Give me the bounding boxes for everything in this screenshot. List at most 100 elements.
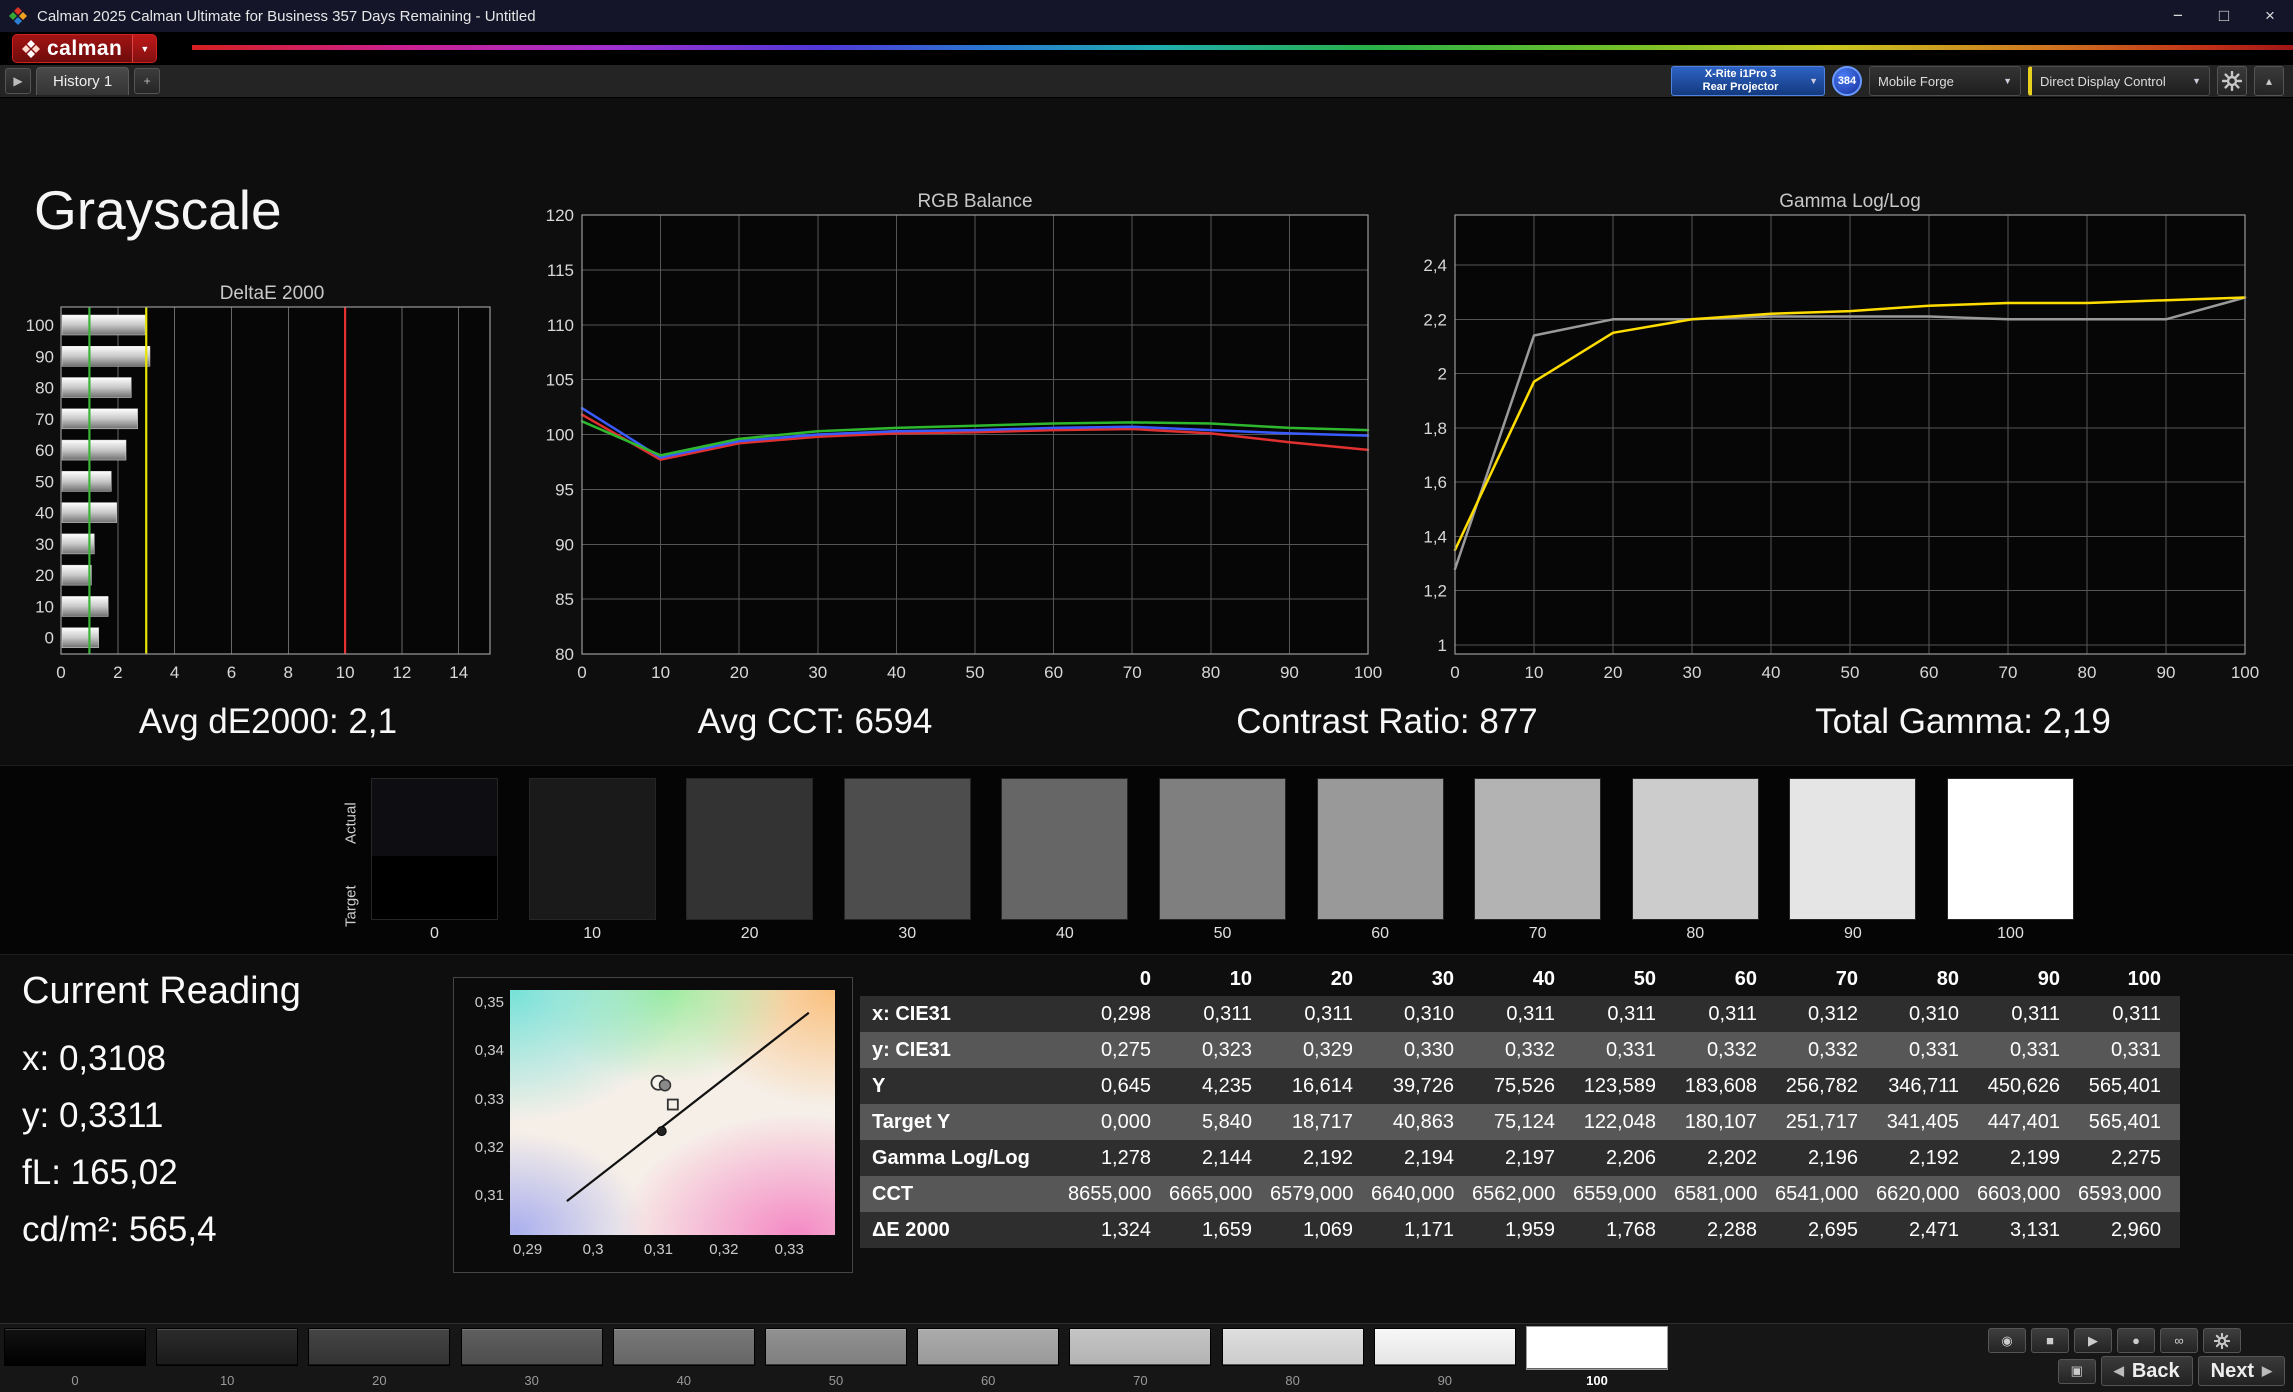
window-titlebar: Calman 2025 Calman Ultimate for Business… [0, 0, 2293, 32]
collapse-panel-button[interactable]: ▴ [2254, 66, 2284, 96]
tab-label: History 1 [53, 73, 113, 90]
axis-tick-label: 0,31 [643, 1241, 674, 1258]
rainbow-gradient-bar [192, 45, 2293, 50]
pattern-level-button[interactable] [612, 1328, 755, 1366]
capture-button[interactable]: ◉ [1988, 1328, 2026, 1353]
current-reading-panel: Current Reading x: 0,3108 y: 0,3311 fL: 16… [22, 970, 301, 1267]
chevron-down-icon: ▼ [132, 35, 157, 62]
actual-label: Actual [342, 802, 360, 844]
pattern-level-label: 0 [71, 1373, 79, 1388]
svg-text:40: 40 [1762, 663, 1781, 682]
gear-icon [2214, 1332, 2230, 1349]
table-cell: 0,311 [1607, 1002, 1656, 1025]
summary-stat: Avg CCT: 6594 [697, 702, 933, 741]
table-row: ΔE 2000 1,324 1,659 1,069 1,171 1,959 1,768 2,2… [860, 1212, 2180, 1248]
collapse-icon: ▴ [2265, 74, 2273, 88]
svg-text:60: 60 [35, 441, 54, 460]
table-cell: 6581,000 [1674, 1182, 1758, 1205]
reading-value: fL: 165,02 [22, 1153, 178, 1192]
swatch-level-label: 0 [430, 925, 439, 942]
svg-text:14: 14 [449, 663, 468, 682]
table-cell: 18,717 [1291, 1110, 1353, 1133]
table-cell: 40,863 [1392, 1110, 1454, 1133]
workflow-tab-bar: ▶ History 1 + X-Rite i1Pro 3 Rear Projec… [0, 65, 2293, 98]
table-column-header: 90 [2037, 967, 2060, 990]
svg-text:6: 6 [227, 663, 236, 682]
settings-button[interactable] [2217, 66, 2247, 96]
reading-value: x: 0,3108 [22, 1039, 166, 1078]
table-cell: 0,323 [1201, 1038, 1252, 1061]
table-row: x: CIE31 0,298 0,311 0,311 0,310 0,311 0,311 0,… [860, 996, 2180, 1032]
calman-menu-button[interactable]: calman ▼ [12, 34, 158, 63]
svg-text:30: 30 [1683, 663, 1702, 682]
history-expand-button[interactable]: ▶ [5, 68, 31, 94]
meter-status-badge[interactable]: 384 [1832, 66, 1862, 96]
svg-text:100: 100 [26, 316, 54, 335]
swatch-level-label: 30 [898, 925, 917, 942]
swatch-actual [1317, 779, 1443, 856]
svg-text:40: 40 [887, 663, 906, 682]
pattern-level-button[interactable] [308, 1328, 451, 1366]
close-button[interactable]: × [2247, 0, 2293, 32]
table-cell: 0,310 [1403, 1002, 1454, 1025]
settings-button-bottom[interactable] [2203, 1328, 2241, 1353]
play-button[interactable]: ▶ [2074, 1328, 2112, 1353]
minimize-icon: − [2173, 6, 2183, 25]
add-tab-button[interactable]: + [134, 68, 161, 94]
minimize-button[interactable]: − [2155, 0, 2201, 32]
stop-button[interactable]: ■ [2031, 1328, 2069, 1353]
table-cell: 2,194 [1403, 1146, 1454, 1169]
table-row-label: Gamma Log/Log [872, 1146, 1030, 1169]
source-select-button[interactable]: Mobile Forge ▼ [1869, 66, 2021, 96]
svg-text:2: 2 [1438, 365, 1447, 384]
pattern-level-button[interactable] [765, 1328, 907, 1366]
pattern-level-button[interactable] [1221, 1328, 1364, 1366]
transport-controls: ◉ ■ ▶ ● ∞ ▣ ◀ Back Next ▶ [1965, 1326, 2285, 1390]
table-cell: 2,144 [1201, 1146, 1252, 1169]
table-cell: 565,401 [2088, 1110, 2161, 1133]
pattern-level-button[interactable] [460, 1328, 603, 1366]
back-button[interactable]: ◀ Back [2100, 1356, 2193, 1386]
svg-text:1: 1 [1438, 636, 1447, 655]
svg-text:90: 90 [1280, 663, 1299, 682]
gray-swatch: 20 [686, 778, 814, 942]
table-cell: 0,331 [1605, 1038, 1656, 1061]
table-row: Target Y 0,000 5,840 18,717 40,863 75,124 122,… [860, 1104, 2180, 1140]
pattern-level-button[interactable] [1526, 1326, 1668, 1370]
pattern-level-button[interactable] [917, 1328, 1060, 1366]
cie-chromaticity-plot [510, 990, 835, 1235]
meter-select-button[interactable]: X-Rite i1Pro 3 Rear Projector ▼ [1671, 66, 1825, 96]
continuous-read-button[interactable]: ∞ [2160, 1328, 2198, 1353]
table-cell: 0,331 [2009, 1038, 2060, 1061]
svg-text:50: 50 [35, 472, 54, 491]
table-row: CCT 8655,000 6665,000 6579,000 6640,000 6562,… [860, 1176, 2180, 1212]
pattern-level-button[interactable] [4, 1328, 146, 1366]
table-cell: 0,311 [2011, 1002, 2060, 1025]
table-row-label: CCT [872, 1182, 914, 1205]
pattern-level-button[interactable] [1069, 1328, 1212, 1366]
tab-history-1[interactable]: History 1 [36, 67, 130, 95]
svg-text:100: 100 [1354, 663, 1382, 682]
pattern-level-button[interactable] [1373, 1328, 1516, 1366]
maximize-button[interactable]: □ [2201, 0, 2247, 32]
swatch-level-label: 20 [740, 925, 759, 942]
swatch-actual [687, 779, 813, 856]
record-button[interactable]: ● [2117, 1328, 2155, 1353]
swatch-level-label: 60 [1371, 925, 1389, 942]
table-cell: 447,401 [1987, 1110, 2060, 1133]
display-control-button[interactable]: Direct Display Control ▼ [2028, 66, 2210, 96]
pattern-level-button[interactable] [156, 1328, 299, 1366]
svg-text:0: 0 [45, 629, 54, 648]
next-button[interactable]: Next ▶ [2197, 1356, 2285, 1386]
table-cell: 2,275 [2110, 1146, 2161, 1169]
swatch-target [1475, 856, 1601, 919]
table-cell: 183,608 [1684, 1074, 1757, 1097]
svg-text:50: 50 [966, 663, 985, 682]
pattern-level-label: 50 [828, 1373, 844, 1388]
svg-text:1,2: 1,2 [1423, 582, 1447, 601]
gray-swatch: 80 [1631, 778, 1759, 942]
table-cell: 1,324 [1100, 1218, 1151, 1241]
table-cell: 6562,000 [1472, 1182, 1556, 1205]
gray-swatch: 70 [1474, 778, 1602, 942]
pattern-window-button[interactable]: ▣ [2057, 1358, 2096, 1384]
